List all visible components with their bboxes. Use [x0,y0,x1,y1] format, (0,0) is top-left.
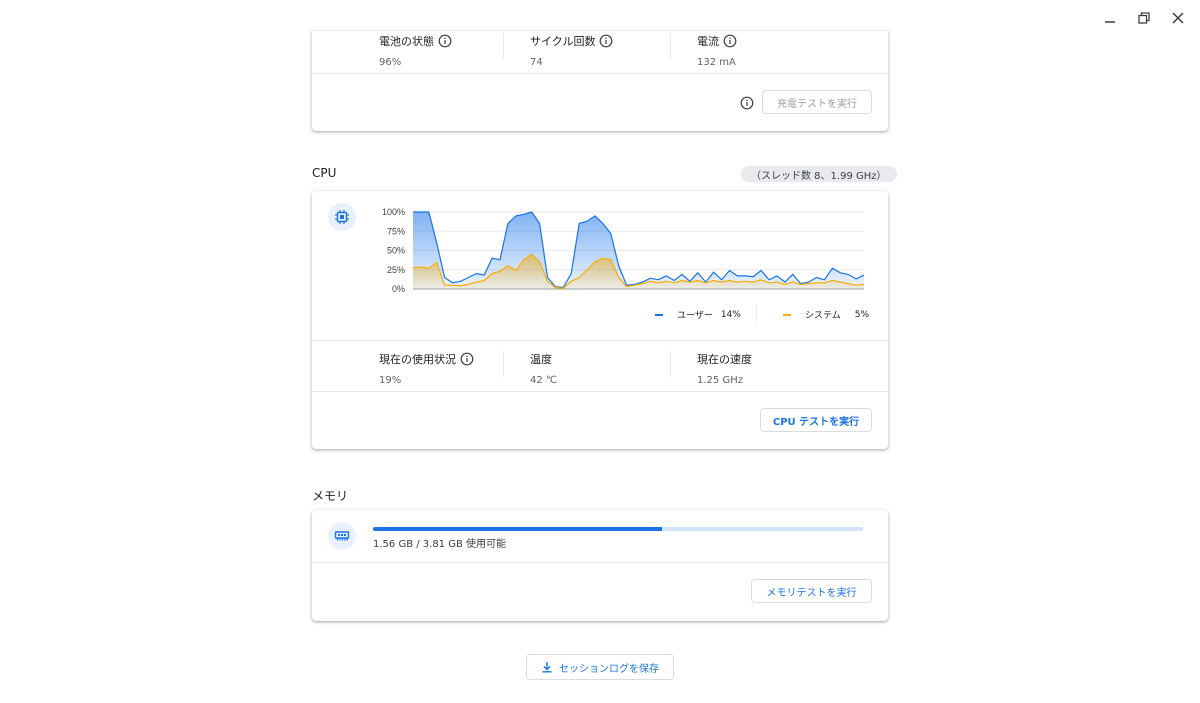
legend-user-label: ユーザー [677,311,713,321]
divider [503,33,504,59]
legend-system: システム 5% [783,308,869,321]
memory-module-icon [334,531,350,541]
divider [312,391,888,392]
divider [670,351,671,377]
close-icon [1172,12,1184,24]
window-controls [1098,8,1190,28]
cpu-usage-value: 19% [379,375,402,386]
y-tick-label: 25% [387,265,405,275]
cpu-temp-label: 温度 [530,353,552,366]
maximize-button[interactable] [1132,8,1156,28]
cpu-usage-label: 現在の使用状況 [379,353,456,366]
download-icon [542,662,552,673]
memory-card: 1.56 GB / 3.81 GB 使用可能 メモリテストを実行 [312,510,888,621]
info-icon[interactable] [599,34,613,48]
current-label: 電流 [697,35,719,48]
info-icon[interactable] [460,352,474,366]
y-tick-label: 100% [382,207,405,217]
battery-health-label: 電池の状態 [379,35,434,48]
minimize-icon [1105,21,1115,23]
cpu-speed-value: 1.25 GHz [697,375,743,386]
cpu-speed-stat: 現在の速度 1.25 GHz [697,351,752,386]
cpu-info-chip: （スレッド数 8、1.99 GHz） [741,166,897,182]
info-icon[interactable] [740,96,754,110]
run-cpu-test-button[interactable]: CPU テストを実行 [760,408,872,432]
maximize-icon [1138,12,1150,24]
save-session-log-label: セッションログを保存 [559,663,659,675]
cycle-count-stat: サイクル回数 74 [530,33,613,68]
cpu-usage-chart: 100% 75% 50% 25% 0% [382,207,865,294]
minimize-button[interactable] [1098,8,1122,28]
cycle-count-label: サイクル回数 [530,35,596,48]
legend-user-swatch [655,313,663,316]
memory-icon-badge [328,522,356,550]
current-value: 132 mA [697,57,736,68]
battery-card: 電池の状態 96% サイクル回数 74 電流 132 mA 充電テストを実行 [312,31,888,131]
y-tick-label: 0% [392,284,405,294]
memory-usage-text: 1.56 GB / 3.81 GB 使用可能 [373,539,507,550]
memory-usage-bar [373,527,863,531]
run-charge-test-button[interactable]: 充電テストを実行 [762,90,872,114]
divider [312,73,888,74]
cpu-temp-stat: 温度 42 ℃ [530,351,557,386]
legend-system-value: 5% [854,309,870,320]
legend-system-label: システム [805,311,841,321]
battery-health-stat: 電池の状態 96% [379,33,452,68]
battery-health-value: 96% [379,57,402,68]
legend-user: ユーザー 14% [655,308,741,321]
legend-user-value: 14% [720,309,741,320]
info-icon[interactable] [723,34,737,48]
save-session-log-button[interactable]: セッションログを保存 [526,654,674,680]
divider [670,33,671,59]
legend-system-swatch [783,313,791,316]
current-stat: 電流 132 mA [697,33,737,68]
info-icon[interactable] [438,34,452,48]
memory-usage-fill [373,527,663,531]
run-memory-test-button[interactable]: メモリテストを実行 [751,579,872,603]
divider [312,340,888,341]
divider [756,304,757,322]
cpu-usage-stat: 現在の使用状況 19% [379,351,474,386]
y-tick-label: 75% [387,226,405,236]
cpu-temp-value: 42 ℃ [530,375,558,386]
y-tick-label: 50% [387,246,405,256]
cycle-count-value: 74 [530,57,543,68]
cpu-speed-label: 現在の速度 [697,353,752,366]
memory-section-title: メモリ [312,489,349,503]
cpu-section-title: CPU [312,166,337,180]
cpu-card: 100% 75% 50% 25% 0% ユーザー 14% システム 5% 現在の使用状況… [312,191,888,449]
divider [503,351,504,377]
divider [312,562,888,563]
close-button[interactable] [1166,8,1190,28]
